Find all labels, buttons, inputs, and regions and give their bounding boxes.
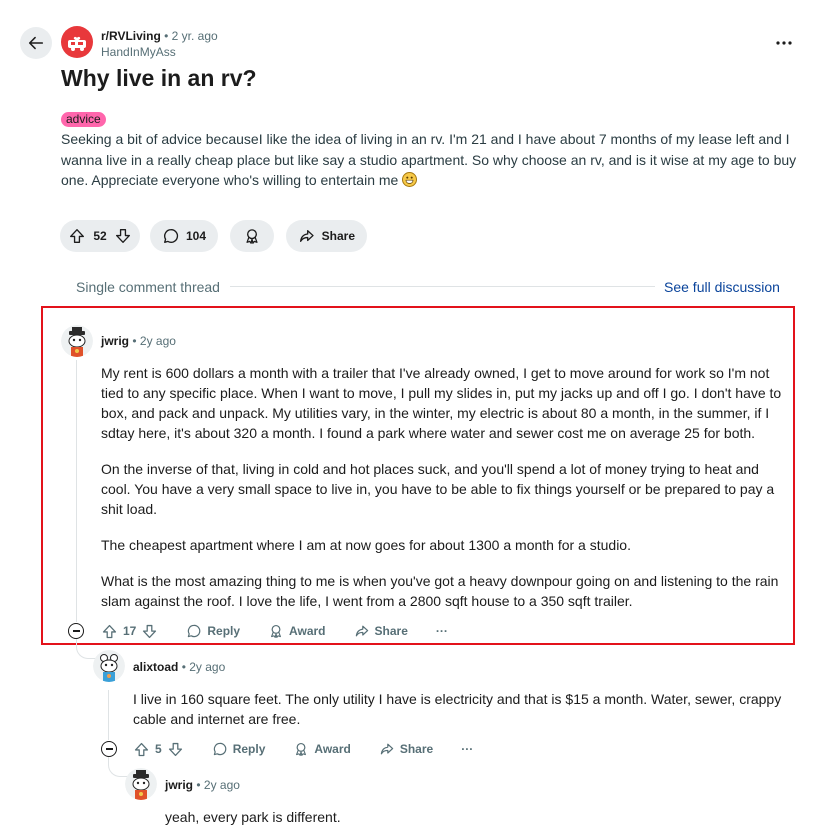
award-label: Award [314,742,351,756]
comment-paragraph: The cheapest apartment where I am at now… [101,537,631,553]
grin-emoji-icon [402,172,418,187]
post-author[interactable]: HandInMyAss [101,45,176,59]
comment-username[interactable]: jwrig [101,334,129,348]
see-full-discussion-link[interactable]: See full discussion [664,279,780,295]
upvote-icon[interactable] [133,741,150,758]
comment-username[interactable]: alixtoad [133,660,178,674]
award-icon [296,742,307,756]
award-button[interactable] [230,220,274,252]
award-icon [246,229,258,244]
post-age: • 2 yr. ago [164,29,218,43]
award-icon [271,624,282,638]
comment-paragraph: My rent is 600 dollars a month with a tr… [101,365,782,441]
comment-paragraph: On the inverse of that, living in cold a… [101,461,775,517]
collapse-thread-button[interactable] [101,741,117,757]
more-options-button[interactable] [772,34,796,52]
avatar[interactable] [125,768,157,800]
comment-body: yeah, every park is different. [165,807,785,830]
comment-icon [164,229,179,243]
share-label: Share [374,624,408,638]
comment-actions: 17 Reply Award Share ··· [101,619,476,643]
more-label: ··· [435,624,448,638]
more-label: ··· [461,742,474,756]
share-label: Share [399,742,434,756]
reply-button[interactable]: Reply [186,623,240,639]
upvote-icon[interactable] [101,623,118,640]
share-icon [299,230,314,242]
post-body: Seeking a bit of advice becauseI like th… [61,129,801,191]
comment-age: • 2y ago [181,660,226,674]
comment-paragraph: What is the most amazing thing to me is … [101,573,779,609]
post-meta: r/RVLiving • 2 yr. ago [101,29,218,43]
post-flair[interactable]: advice [61,112,106,127]
comment-vote-count: 17 [123,624,137,638]
downvote-icon[interactable] [114,227,132,245]
comment-count: 104 [185,229,206,243]
comment-paragraph: I live in 160 square feet. The only util… [133,691,782,727]
comment-icon [188,624,201,638]
subreddit-name[interactable]: r/RVLiving [101,29,161,43]
upvote-icon[interactable] [68,227,86,245]
post-vote-pill: 52 [60,220,140,252]
comment-paragraph: yeah, every park is different. [165,809,341,825]
comment-body: My rent is 600 dollars a month with a tr… [101,363,787,627]
more-options-button[interactable]: ··· [436,624,448,638]
thread-divider [230,286,655,287]
share-button[interactable]: Share [354,623,408,639]
award-button[interactable]: Award [268,623,326,639]
share-button[interactable]: Share [286,220,367,252]
reply-button[interactable]: Reply [212,741,266,757]
comment-age: • 2y ago [132,334,176,348]
comment-username[interactable]: jwrig [165,778,193,792]
more-options-button[interactable]: ··· [461,742,473,756]
thread-line [108,690,109,740]
subreddit-icon[interactable] [61,26,93,58]
award-button[interactable]: Award [293,741,351,757]
downvote-icon[interactable] [167,741,184,758]
comment-meta: jwrig • 2y ago [101,334,176,348]
comment-meta: alixtoad • 2y ago [133,660,225,674]
post-title: Why live in an rv? [61,65,257,91]
thread-line [76,360,77,622]
comment-icon [213,742,227,756]
share-icon [380,743,394,755]
comments-button[interactable]: 104 [150,220,218,252]
more-icon [776,41,792,45]
share-button[interactable]: Share [379,741,433,757]
downvote-icon[interactable] [141,623,158,640]
arrow-left-icon [28,36,44,50]
avatar[interactable] [61,325,93,357]
reply-label: Reply [207,624,241,638]
comment-meta: jwrig • 2y ago [165,778,240,792]
comment-vote-count: 5 [155,742,162,756]
comment-vote: 17 [101,623,158,640]
comment-vote: 5 [133,741,184,758]
thread-label: Single comment thread [76,279,220,295]
share-icon [355,625,368,637]
reply-label: Reply [232,742,266,756]
collapse-thread-button[interactable] [68,623,84,639]
post-vote-count: 52 [93,229,107,243]
thread-connector [108,757,128,777]
post-body-text: Seeking a bit of advice becauseI like th… [61,131,797,188]
avatar[interactable] [93,650,125,682]
comment-actions: 5 Reply Award Share ··· [133,737,501,761]
back-button[interactable] [20,27,52,59]
award-label: Award [289,624,326,638]
thread-connector [76,639,96,659]
share-label: Share [321,229,355,243]
comment-age: • 2y ago [196,778,240,792]
